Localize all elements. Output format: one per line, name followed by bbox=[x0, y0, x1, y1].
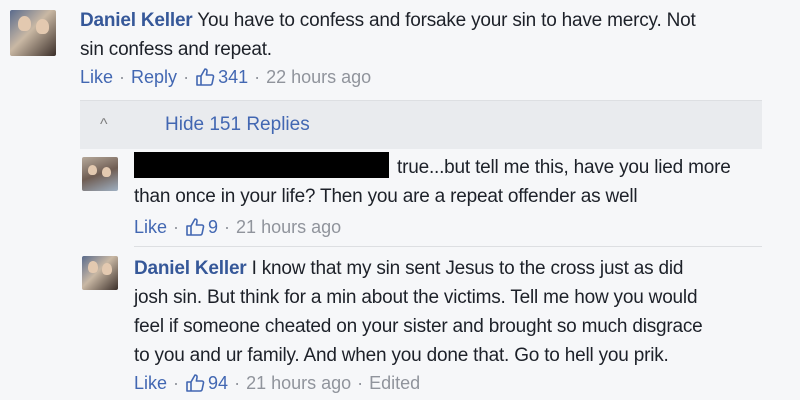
like-count[interactable]: 341 bbox=[218, 67, 248, 88]
reply-text-line2: than once in your life? Then you are a r… bbox=[134, 186, 638, 207]
thumbs-up-icon[interactable] bbox=[185, 217, 205, 237]
avatar[interactable] bbox=[82, 256, 118, 290]
separator-dot: · bbox=[119, 66, 126, 87]
comment-body: Daniel Keller You have to confess and fo… bbox=[80, 6, 780, 64]
reply-timestamp[interactable]: 21 hours ago bbox=[246, 373, 351, 394]
reply-text-line3: feel if someone cheated on your sister a… bbox=[134, 316, 703, 337]
reply-text-line2: josh sin. But think for a min about the … bbox=[134, 287, 698, 308]
like-button[interactable]: Like bbox=[80, 67, 113, 88]
reply-body: Daniel Keller I know that my sin sent Je… bbox=[134, 254, 794, 370]
separator-dot: · bbox=[183, 66, 190, 87]
thumbs-up-icon[interactable] bbox=[195, 67, 215, 87]
chevron-up-icon: ^ bbox=[100, 116, 108, 133]
avatar[interactable] bbox=[82, 157, 118, 191]
hide-replies-toggle[interactable]: ^ Hide 151 Replies bbox=[80, 100, 762, 149]
separator-dot: · bbox=[173, 216, 180, 237]
like-button[interactable]: Like bbox=[134, 373, 167, 394]
reply-text-line1: true...but tell me this, have you lied m… bbox=[397, 157, 731, 178]
reply-author[interactable]: Daniel Keller bbox=[134, 258, 247, 279]
avatar-figure bbox=[88, 165, 97, 175]
avatar-figure bbox=[88, 261, 98, 273]
comment-text-line2: sin confess and repeat. bbox=[80, 39, 272, 60]
like-count[interactable]: 9 bbox=[208, 217, 218, 238]
separator-dot: · bbox=[173, 372, 180, 393]
reply-actions: Like · 94 · 21 hours ago · Edited bbox=[134, 370, 420, 396]
separator-dot: · bbox=[224, 216, 231, 237]
hide-replies-label[interactable]: Hide 151 Replies bbox=[165, 114, 310, 136]
separator-dot: · bbox=[234, 372, 241, 393]
thumbs-up-icon[interactable] bbox=[185, 373, 205, 393]
avatar-figure bbox=[102, 167, 111, 177]
avatar-figure bbox=[102, 263, 112, 275]
reply-timestamp[interactable]: 21 hours ago bbox=[236, 217, 341, 238]
like-count[interactable]: 94 bbox=[208, 373, 228, 394]
comment-actions: Like · Reply · 341 · 22 hours ago bbox=[80, 64, 371, 90]
comment-timestamp[interactable]: 22 hours ago bbox=[266, 67, 371, 88]
avatar-figure bbox=[18, 16, 31, 31]
reply-body: true...but tell me this, have you lied m… bbox=[134, 153, 774, 211]
separator-dot: · bbox=[254, 66, 261, 87]
reply-text-line1: I know that my sin sent Jesus to the cro… bbox=[246, 258, 684, 279]
edited-label[interactable]: Edited bbox=[369, 373, 420, 394]
comment-text-line1: You have to confess and forsake your sin… bbox=[192, 10, 696, 31]
avatar-figure bbox=[36, 19, 49, 34]
avatar[interactable] bbox=[10, 10, 56, 56]
reply-actions: Like · 9 · 21 hours ago bbox=[134, 214, 341, 240]
like-button[interactable]: Like bbox=[134, 217, 167, 238]
comment-author[interactable]: Daniel Keller bbox=[80, 10, 193, 31]
reply-text-line4: to you and ur family. And when you done … bbox=[134, 345, 669, 366]
reply-button[interactable]: Reply bbox=[131, 67, 177, 88]
reply-divider bbox=[134, 246, 762, 247]
separator-dot: · bbox=[357, 372, 364, 393]
